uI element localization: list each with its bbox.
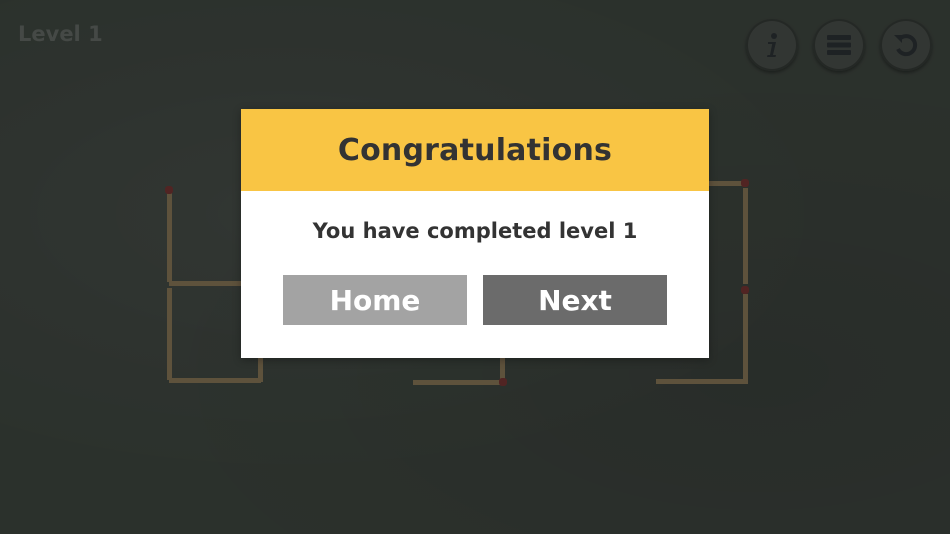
dialog-title: Congratulations <box>337 132 613 168</box>
next-button[interactable]: Next <box>483 275 667 325</box>
dialog-header: Congratulations <box>241 109 709 191</box>
home-button[interactable]: Home <box>283 275 467 325</box>
dialog-message: You have completed level 1 <box>312 219 638 243</box>
level-complete-dialog: Congratulations You have completed level… <box>241 109 709 358</box>
